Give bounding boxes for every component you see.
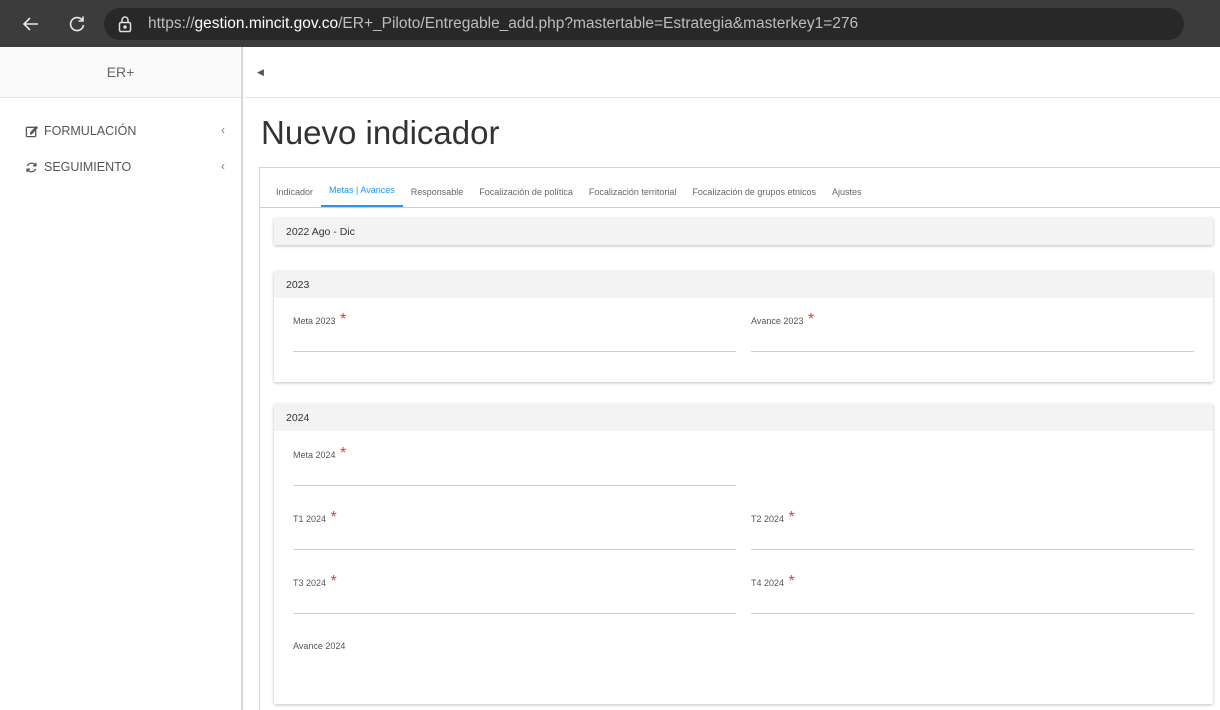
section-2023: 2023 Meta 2023 * Avance 2023 *: [274, 271, 1213, 382]
tab-focalizacion-territorial[interactable]: Focalización territorial: [581, 167, 685, 207]
sidebar-toggle-icon[interactable]: ◀: [257, 67, 264, 78]
required-marker: *: [339, 311, 347, 328]
url-path: /ER+_Piloto/Entregable_add.php?mastertab…: [338, 14, 859, 32]
section-2022: 2022 Ago - Dic: [274, 218, 1213, 245]
field-label: T1 2024: [293, 514, 327, 524]
form-container: Indicador Metas | Avances Responsable Fo…: [259, 167, 1220, 710]
section-header[interactable]: 2023: [274, 271, 1213, 298]
url-host: gestion.mincit.gov.co: [194, 14, 339, 32]
meta-2023-field[interactable]: Meta 2023 *: [293, 311, 736, 352]
required-marker: *: [339, 445, 347, 462]
t2-2024-field[interactable]: T2 2024 *: [751, 509, 1194, 550]
tab-responsable[interactable]: Responsable: [403, 167, 472, 207]
tab-focalizacion-grupos-etnicos[interactable]: Focalización de grupos etnicos: [684, 167, 824, 207]
meta-2024-field[interactable]: Meta 2024 *: [293, 445, 736, 486]
t2-2024-input[interactable]: [751, 549, 1194, 550]
url-scheme: https://: [148, 14, 195, 32]
top-navbar: ◀: [245, 47, 1220, 98]
sidebar-brand[interactable]: ER+: [0, 47, 241, 98]
t3-2024-field[interactable]: T3 2024 *: [293, 573, 736, 614]
sidebar-item-formulacion[interactable]: FORMULACIÓN ‹: [0, 113, 241, 149]
field-label: Meta 2024: [293, 450, 336, 460]
field-label: Avance 2024: [293, 641, 346, 651]
tab-metas-avances[interactable]: Metas | Avances: [321, 167, 403, 207]
field-label: Avance 2023: [751, 316, 804, 326]
reload-icon: [69, 16, 85, 31]
avance-2023-field[interactable]: Avance 2023 *: [751, 311, 1194, 352]
section-header[interactable]: 2024: [274, 404, 1213, 431]
page-title: Nuevo indicador: [261, 114, 500, 151]
chevron-left-icon: ‹: [221, 159, 225, 173]
meta-2024-input[interactable]: [293, 485, 736, 486]
required-marker: *: [788, 573, 795, 590]
sidebar-item-label: SEGUIMIENTO: [44, 160, 132, 174]
section-header[interactable]: 2022 Ago - Dic: [274, 218, 1213, 245]
meta-2023-input[interactable]: [293, 351, 736, 352]
required-marker: *: [788, 509, 795, 526]
section-2024: 2024 Meta 2024 * T1 2024 * T2 2024 * T3 …: [274, 404, 1213, 704]
sidebar-item-label: FORMULACIÓN: [44, 124, 137, 138]
reload-button[interactable]: [58, 5, 96, 43]
tab-indicador[interactable]: Indicador: [268, 167, 321, 207]
avance-2024-field: Avance 2024: [293, 636, 736, 654]
edit-icon: [25, 124, 39, 138]
tab-bar: Indicador Metas | Avances Responsable Fo…: [260, 168, 1220, 208]
field-label: Meta 2023: [293, 316, 336, 326]
t4-2024-input[interactable]: [751, 613, 1194, 614]
field-label: T4 2024: [751, 578, 785, 588]
required-marker: *: [330, 573, 337, 590]
t3-2024-input[interactable]: [293, 613, 736, 614]
t4-2024-field[interactable]: T4 2024 *: [751, 573, 1194, 614]
required-marker: *: [330, 509, 337, 526]
main-content: Nuevo indicador Indicador Metas | Avance…: [245, 98, 1220, 710]
chevron-left-icon: ‹: [221, 123, 225, 137]
sidebar: ER+ FORMULACIÓN ‹ SEGUIMIENTO ‹: [0, 47, 243, 710]
avance-2023-input[interactable]: [751, 351, 1194, 352]
back-button[interactable]: [12, 5, 50, 43]
required-marker: *: [807, 311, 815, 328]
tab-ajustes[interactable]: Ajustes: [824, 167, 870, 207]
field-label: T3 2024: [293, 578, 327, 588]
field-label: T2 2024: [751, 514, 785, 524]
sidebar-item-seguimiento[interactable]: SEGUIMIENTO ‹: [0, 149, 241, 185]
lock-icon: [116, 15, 134, 33]
t1-2024-field[interactable]: T1 2024 *: [293, 509, 736, 550]
tab-focalizacion-politica[interactable]: Focalización de política: [471, 167, 581, 207]
refresh-icon: [25, 160, 39, 174]
browser-toolbar: https://gestion.mincit.gov.co/ER+_Piloto…: [0, 0, 1220, 47]
arrow-left-icon: [22, 16, 38, 31]
t1-2024-input[interactable]: [293, 549, 736, 550]
address-bar[interactable]: https://gestion.mincit.gov.co/ER+_Piloto…: [104, 7, 1184, 40]
